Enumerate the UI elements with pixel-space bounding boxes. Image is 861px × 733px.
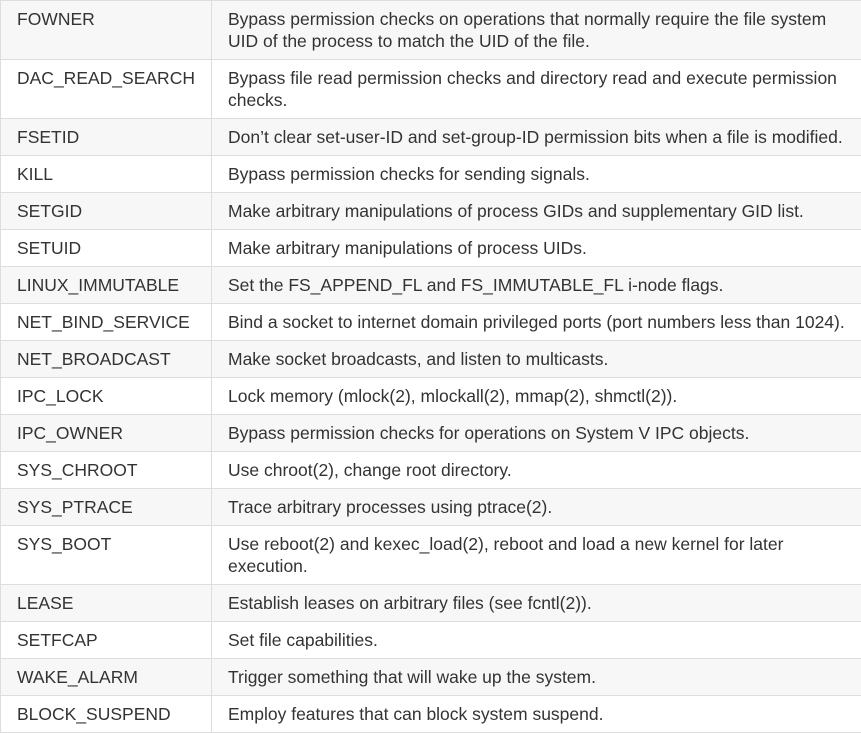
capability-name: FSETID bbox=[1, 119, 212, 156]
capability-name: SETFCAP bbox=[1, 622, 212, 659]
table-row: SYS_CHROOTUse chroot(2), change root dir… bbox=[1, 452, 861, 489]
capability-description: Bypass permission checks on operations t… bbox=[212, 1, 861, 60]
capability-description: Bypass permission checks for sending sig… bbox=[212, 156, 861, 193]
capability-name: SETGID bbox=[1, 193, 212, 230]
capability-description: Use chroot(2), change root directory. bbox=[212, 452, 861, 489]
table-row: DAC_READ_SEARCHBypass file read permissi… bbox=[1, 60, 861, 119]
table-row: SETUIDMake arbitrary manipulations of pr… bbox=[1, 230, 861, 267]
capability-name: NET_BIND_SERVICE bbox=[1, 304, 212, 341]
capability-description: Bypass permission checks for operations … bbox=[212, 415, 861, 452]
table-row: LEASEEstablish leases on arbitrary files… bbox=[1, 585, 861, 622]
capability-name: BLOCK_SUSPEND bbox=[1, 696, 212, 733]
table-row: IPC_LOCKLock memory (mlock(2), mlockall(… bbox=[1, 378, 861, 415]
table-row: NET_BIND_SERVICEBind a socket to interne… bbox=[1, 304, 861, 341]
capabilities-table-body: FOWNERBypass permission checks on operat… bbox=[1, 1, 861, 733]
capability-description: Bind a socket to internet domain privile… bbox=[212, 304, 861, 341]
capability-description: Make arbitrary manipulations of process … bbox=[212, 230, 861, 267]
capability-name: IPC_LOCK bbox=[1, 378, 212, 415]
capabilities-table: FOWNERBypass permission checks on operat… bbox=[0, 0, 861, 733]
capability-name: DAC_READ_SEARCH bbox=[1, 60, 212, 119]
capability-description: Trace arbitrary processes using ptrace(2… bbox=[212, 489, 861, 526]
table-row: LINUX_IMMUTABLESet the FS_APPEND_FL and … bbox=[1, 267, 861, 304]
capability-description: Establish leases on arbitrary files (see… bbox=[212, 585, 861, 622]
capability-description: Lock memory (mlock(2), mlockall(2), mmap… bbox=[212, 378, 861, 415]
capability-description: Set file capabilities. bbox=[212, 622, 861, 659]
capability-name: WAKE_ALARM bbox=[1, 659, 212, 696]
table-row: SYS_BOOTUse reboot(2) and kexec_load(2),… bbox=[1, 526, 861, 585]
capability-name: SYS_CHROOT bbox=[1, 452, 212, 489]
table-row: BLOCK_SUSPENDEmploy features that can bl… bbox=[1, 696, 861, 733]
capability-name: NET_BROADCAST bbox=[1, 341, 212, 378]
table-row: FOWNERBypass permission checks on operat… bbox=[1, 1, 861, 60]
capability-name: SYS_BOOT bbox=[1, 526, 212, 585]
capability-name: LINUX_IMMUTABLE bbox=[1, 267, 212, 304]
capability-name: SYS_PTRACE bbox=[1, 489, 212, 526]
table-row: NET_BROADCASTMake socket broadcasts, and… bbox=[1, 341, 861, 378]
capability-description: Employ features that can block system su… bbox=[212, 696, 861, 733]
capability-description: Bypass file read permission checks and d… bbox=[212, 60, 861, 119]
table-row: SYS_PTRACETrace arbitrary processes usin… bbox=[1, 489, 861, 526]
capability-name: IPC_OWNER bbox=[1, 415, 212, 452]
capability-description: Use reboot(2) and kexec_load(2), reboot … bbox=[212, 526, 861, 585]
table-row: KILLBypass permission checks for sending… bbox=[1, 156, 861, 193]
capability-description: Make socket broadcasts, and listen to mu… bbox=[212, 341, 861, 378]
capability-name: LEASE bbox=[1, 585, 212, 622]
table-row: WAKE_ALARMTrigger something that will wa… bbox=[1, 659, 861, 696]
capability-description: Trigger something that will wake up the … bbox=[212, 659, 861, 696]
capability-description: Make arbitrary manipulations of process … bbox=[212, 193, 861, 230]
capability-name: KILL bbox=[1, 156, 212, 193]
table-row: SETFCAPSet file capabilities. bbox=[1, 622, 861, 659]
table-row: IPC_OWNERBypass permission checks for op… bbox=[1, 415, 861, 452]
capability-name: SETUID bbox=[1, 230, 212, 267]
capability-name: FOWNER bbox=[1, 1, 212, 60]
table-row: FSETIDDon’t clear set-user-ID and set-gr… bbox=[1, 119, 861, 156]
capability-description: Set the FS_APPEND_FL and FS_IMMUTABLE_FL… bbox=[212, 267, 861, 304]
table-row: SETGIDMake arbitrary manipulations of pr… bbox=[1, 193, 861, 230]
capability-description: Don’t clear set-user-ID and set-group-ID… bbox=[212, 119, 861, 156]
